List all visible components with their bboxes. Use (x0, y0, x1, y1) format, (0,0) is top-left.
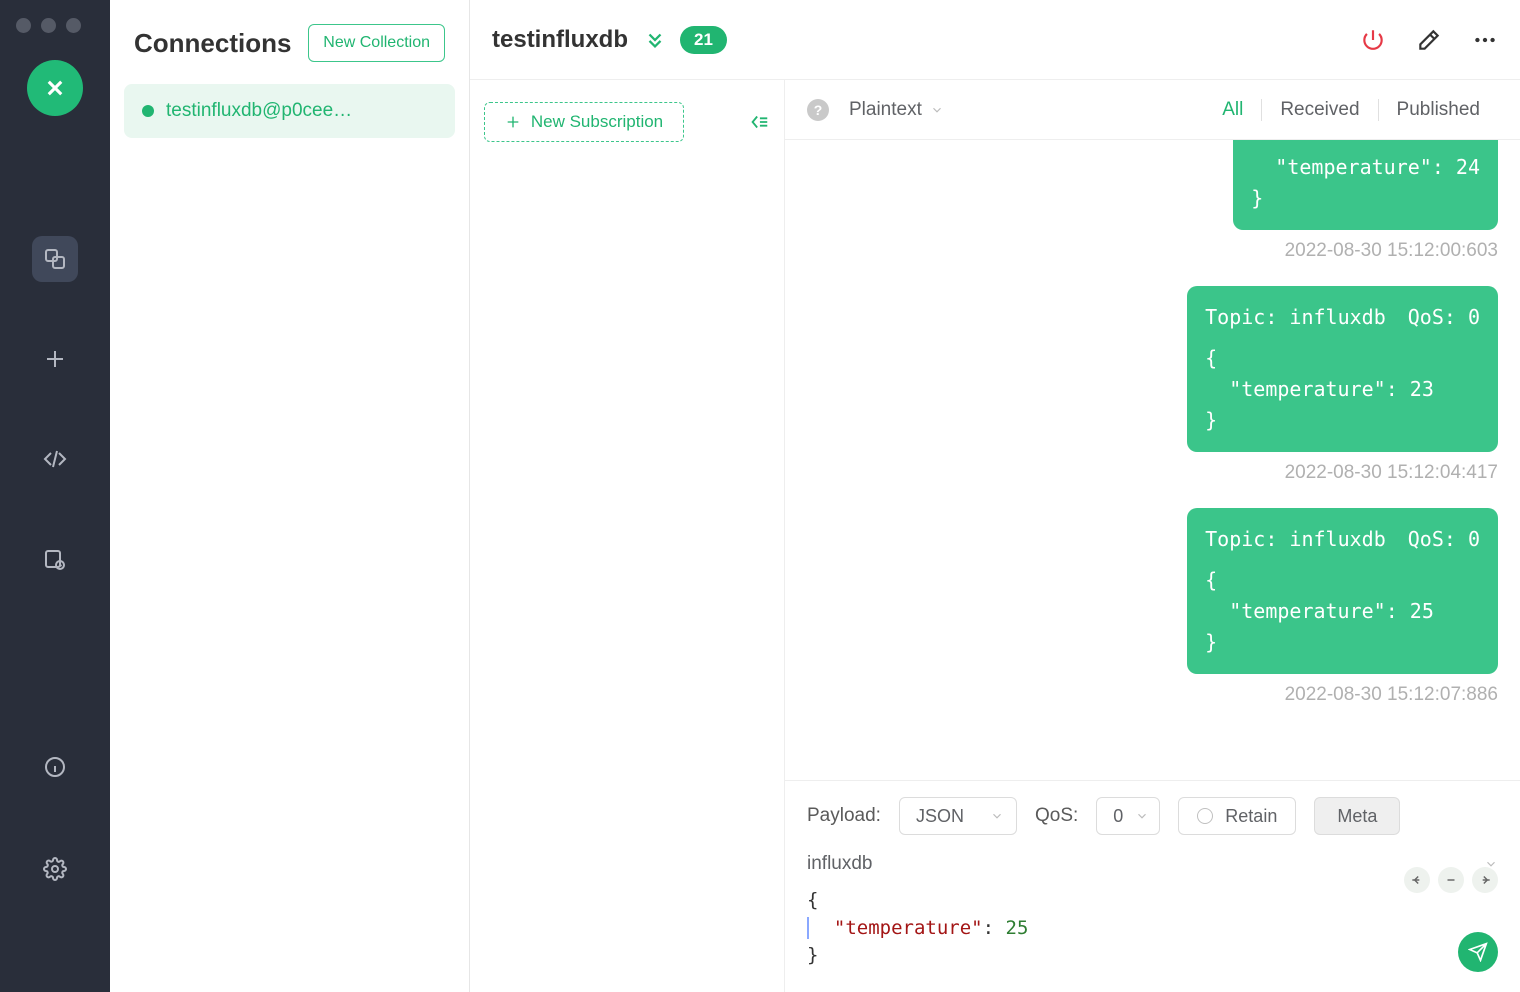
editor-collapse-icon[interactable] (1438, 867, 1464, 893)
message: "temperature": 24 } 2022-08-30 15:12:00:… (807, 140, 1498, 262)
help-icon[interactable]: ? (807, 99, 829, 121)
tab-published[interactable]: Published (1379, 99, 1498, 121)
more-icon[interactable] (1472, 27, 1498, 53)
connection-status-dot (142, 105, 154, 117)
messages-column: ? Plaintext All Received Published (785, 80, 1520, 992)
nav-settings-icon[interactable] (32, 846, 78, 892)
connections-panel: Connections New Collection testinfluxdb@… (110, 0, 470, 992)
send-button[interactable] (1458, 932, 1498, 972)
connection-name: testinfluxdb@p0cee… (166, 100, 352, 122)
qos-select[interactable]: 0 (1096, 797, 1160, 835)
main-area: testinfluxdb 21 (470, 0, 1520, 992)
topic-input[interactable]: influxdb (807, 849, 1498, 887)
retain-radio-icon (1197, 808, 1213, 824)
format-select[interactable]: Plaintext (849, 99, 944, 121)
disconnect-icon[interactable] (1360, 27, 1386, 53)
tab-all[interactable]: All (1204, 99, 1261, 121)
message: Topic: influxdb QoS: 0 { "temperature": … (807, 508, 1498, 706)
compose-panel: Payload: JSON QoS: 0 Retain Meta (785, 780, 1520, 992)
message-body: "temperature": 24 } (1251, 152, 1480, 214)
message-time: 2022-08-30 15:12:07:886 (1285, 684, 1498, 706)
qos-label: QoS: (1035, 805, 1078, 827)
messages-toolbar: ? Plaintext All Received Published (785, 80, 1520, 140)
connections-title: Connections (134, 28, 291, 59)
retain-toggle[interactable]: Retain (1178, 797, 1296, 835)
new-subscription-label: New Subscription (531, 112, 663, 132)
message-body: { "temperature": 23 } (1205, 343, 1480, 436)
message-time: 2022-08-30 15:12:04:417 (1285, 462, 1498, 484)
nav-log-icon[interactable] (32, 536, 78, 582)
expand-icon[interactable] (644, 29, 666, 51)
window-traffic-lights[interactable] (16, 18, 81, 33)
format-select-value: Plaintext (849, 99, 922, 121)
messages-area[interactable]: "temperature": 24 } 2022-08-30 15:12:00:… (785, 140, 1520, 780)
message-body: { "temperature": 25 } (1205, 565, 1480, 658)
nav-connections-icon[interactable] (32, 236, 78, 282)
message-count-badge: 21 (680, 26, 727, 54)
connection-title: testinfluxdb (492, 26, 628, 54)
message: Topic: influxdb QoS: 0 { "temperature": … (807, 286, 1498, 484)
editor-prev-icon[interactable] (1404, 867, 1430, 893)
connection-list-item[interactable]: testinfluxdb@p0cee… (124, 84, 455, 138)
nav-info-icon[interactable] (32, 744, 78, 790)
app-logo[interactable] (27, 60, 83, 116)
payload-editor[interactable]: { "temperature": 25 } (807, 887, 1498, 970)
nav-code-icon[interactable] (32, 436, 78, 482)
payload-format-select[interactable]: JSON (899, 797, 1017, 835)
tab-received[interactable]: Received (1262, 99, 1377, 121)
editor-next-icon[interactable] (1472, 867, 1498, 893)
nav-rail (0, 0, 110, 992)
meta-button[interactable]: Meta (1314, 797, 1400, 835)
new-collection-button[interactable]: New Collection (308, 24, 445, 62)
main-header: testinfluxdb 21 (470, 0, 1520, 80)
subscriptions-column: New Subscription (470, 80, 785, 992)
nav-plus-icon[interactable] (32, 336, 78, 382)
collapse-subscriptions-icon[interactable] (748, 111, 770, 133)
payload-label: Payload: (807, 805, 881, 827)
message-time: 2022-08-30 15:12:00:603 (1285, 240, 1498, 262)
new-subscription-button[interactable]: New Subscription (484, 102, 684, 142)
edit-icon[interactable] (1416, 27, 1442, 53)
